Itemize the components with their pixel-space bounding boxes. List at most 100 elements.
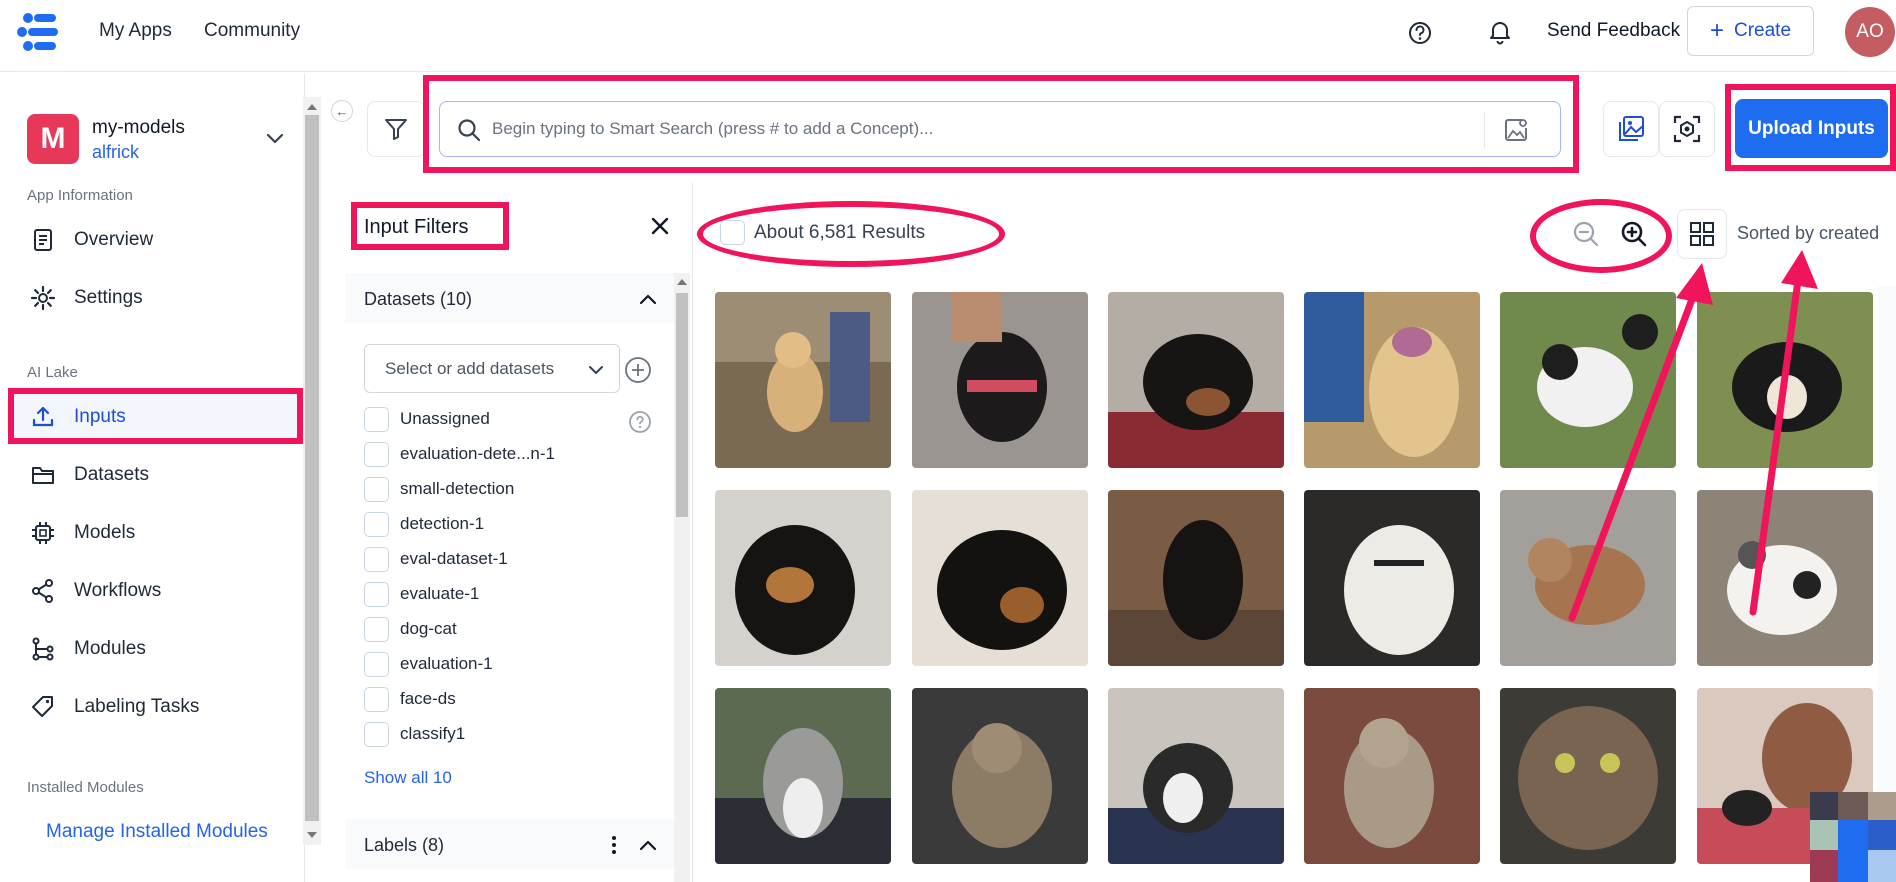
manage-installed-modules-link[interactable]: Manage Installed Modules <box>46 821 268 843</box>
checkbox[interactable] <box>364 546 389 572</box>
show-all-datasets-link[interactable]: Show all 10 <box>364 768 452 788</box>
checkbox[interactable] <box>364 686 389 712</box>
nav-community[interactable]: Community <box>204 20 300 42</box>
checkbox[interactable] <box>364 651 389 677</box>
datasets-section-title: Datasets (10) <box>364 289 473 309</box>
sidebar-item-workflows[interactable]: Workflows <box>10 567 302 615</box>
visual-search-button[interactable] <box>1659 101 1715 157</box>
grid-icon <box>1690 222 1714 246</box>
dataset-option[interactable]: classify1 <box>364 720 465 748</box>
dataset-option[interactable]: Unassigned <box>364 405 490 433</box>
checkbox[interactable] <box>364 616 389 642</box>
input-thumbnail[interactable] <box>912 490 1088 666</box>
image-search-icon[interactable] <box>1502 116 1530 144</box>
dataset-option[interactable]: dog-cat <box>364 615 457 643</box>
zoom-out-icon[interactable] <box>1570 218 1602 250</box>
sidebar-item-label: Settings <box>74 287 143 308</box>
input-thumbnail[interactable] <box>1304 292 1480 468</box>
input-thumbnail[interactable] <box>1500 292 1676 468</box>
input-thumbnail[interactable] <box>715 490 891 666</box>
sidebar-item-overview[interactable]: Overview <box>10 216 302 264</box>
checkbox[interactable] <box>364 581 389 607</box>
input-thumbnail[interactable] <box>1304 688 1480 864</box>
checkbox[interactable] <box>364 721 389 747</box>
input-thumbnail[interactable] <box>1108 490 1284 666</box>
bell-icon[interactable] <box>1484 15 1516 47</box>
user-avatar[interactable]: AO <box>1845 7 1895 57</box>
scrollbar-thumb[interactable] <box>676 293 688 517</box>
input-thumbnail[interactable] <box>912 292 1088 468</box>
dataset-option[interactable]: detection-1 <box>364 510 484 538</box>
help-icon[interactable] <box>1404 17 1436 49</box>
dataset-option-label: Unassigned <box>400 409 490 428</box>
help-icon[interactable] <box>628 410 652 434</box>
dog-photo <box>1108 490 1284 666</box>
filter-icon <box>385 119 407 140</box>
collapse-sidebar-button[interactable]: ← <box>331 100 353 122</box>
filter-toggle-button[interactable] <box>367 101 425 157</box>
smart-search-box[interactable] <box>439 101 1561 157</box>
sidebar-item-modules[interactable]: Modules <box>10 625 302 673</box>
select-all-checkbox[interactable] <box>720 220 745 245</box>
search-divider <box>1484 112 1485 148</box>
datasets-select[interactable]: Select or add datasets <box>364 344 620 393</box>
create-button[interactable]: + Create <box>1687 6 1814 56</box>
input-thumbnail[interactable] <box>912 688 1088 864</box>
sort-order-label[interactable]: Sorted by created <box>1737 223 1879 244</box>
sidebar-item-inputs[interactable]: Inputs <box>10 393 302 441</box>
dog-photo <box>715 292 891 468</box>
chevron-down-icon[interactable] <box>264 127 286 149</box>
input-thumbnail[interactable] <box>715 688 891 864</box>
input-thumbnail[interactable] <box>1500 490 1676 666</box>
sidebar: M my-models alfrick App Information Over… <box>0 73 321 882</box>
sidebar-item-settings[interactable]: Settings <box>10 274 302 322</box>
checkbox[interactable] <box>364 511 389 537</box>
scroll-up-icon[interactable] <box>307 104 317 110</box>
zoom-in-icon[interactable] <box>1618 218 1650 250</box>
dataset-option-label: dog-cat <box>400 619 457 638</box>
dataset-option[interactable]: small-detection <box>364 475 514 503</box>
input-thumbnail[interactable] <box>715 292 891 468</box>
dataset-option[interactable]: face-ds <box>364 685 456 713</box>
folder-icon <box>32 467 54 484</box>
dataset-option[interactable]: evaluate-1 <box>364 580 479 608</box>
input-thumbnail[interactable] <box>1697 292 1873 468</box>
input-thumbnail[interactable] <box>1108 292 1284 468</box>
chevron-up-icon[interactable] <box>637 289 659 311</box>
close-icon[interactable] <box>648 214 672 238</box>
add-dataset-icon[interactable] <box>623 355 653 385</box>
checkbox[interactable] <box>364 476 389 502</box>
sidebar-item-models[interactable]: Models <box>10 509 302 557</box>
app-owner-link[interactable]: alfrick <box>92 142 139 163</box>
scroll-down-icon[interactable] <box>307 832 317 838</box>
dataset-option-label: face-ds <box>400 689 456 708</box>
checkbox[interactable] <box>364 406 389 432</box>
input-thumbnail[interactable] <box>1304 490 1480 666</box>
sidebar-item-datasets[interactable]: Datasets <box>10 451 302 499</box>
search-input[interactable] <box>492 110 1472 148</box>
image-gallery-button[interactable] <box>1603 101 1659 157</box>
dataset-option[interactable]: evaluation-dete...n-1 <box>364 440 555 468</box>
send-feedback-link[interactable]: Send Feedback <box>1547 20 1680 42</box>
dataset-option[interactable]: eval-dataset-1 <box>364 545 508 573</box>
input-thumbnail[interactable] <box>1108 688 1284 864</box>
chevron-up-icon[interactable] <box>637 835 659 857</box>
sidebar-item-labeling-tasks[interactable]: Labeling Tasks <box>10 683 302 731</box>
sidebar-scrollbar[interactable] <box>303 97 321 845</box>
upload-inputs-button[interactable]: Upload Inputs <box>1735 99 1888 158</box>
grid-view-button[interactable] <box>1677 209 1727 259</box>
checkbox[interactable] <box>364 441 389 467</box>
plus-icon: + <box>1709 17 1724 44</box>
input-thumbnail[interactable] <box>1500 688 1676 864</box>
nav-my-apps[interactable]: My Apps <box>99 20 172 42</box>
clarifai-logo-icon[interactable] <box>16 10 64 54</box>
app-name[interactable]: my-models <box>92 117 185 139</box>
scroll-up-icon[interactable] <box>677 279 687 285</box>
input-thumbnail[interactable] <box>1697 490 1873 666</box>
dataset-option[interactable]: evaluation-1 <box>364 650 493 678</box>
scrollbar-thumb[interactable] <box>305 115 319 821</box>
search-icon <box>458 119 481 142</box>
gear-icon <box>30 285 56 311</box>
more-options-icon[interactable] <box>602 833 626 857</box>
filters-scrollbar[interactable] <box>674 273 690 882</box>
